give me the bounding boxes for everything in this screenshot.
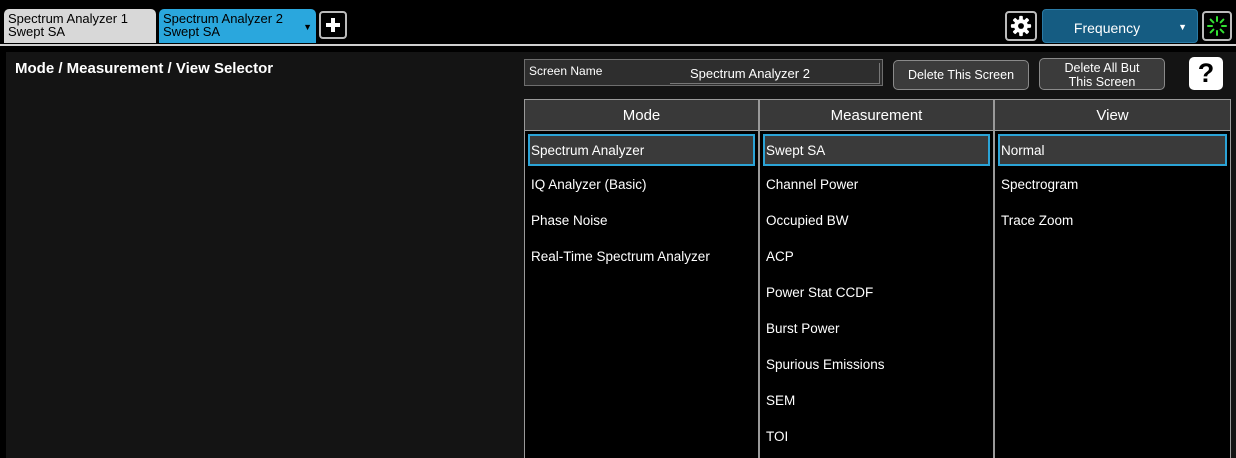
measurement-item-occupied-bw[interactable]: Occupied BW (763, 206, 990, 238)
panel-title: Mode / Measurement / View Selector (15, 60, 274, 77)
measurement-item-swept-sa[interactable]: Swept SA (763, 134, 990, 166)
button-label-line-1: Delete All But (1064, 61, 1140, 75)
add-screen-button[interactable] (319, 11, 347, 39)
measurement-item-sem[interactable]: SEM (763, 386, 990, 418)
measurement-item-power-stat-ccdf[interactable]: Power Stat CCDF (763, 278, 990, 310)
screen-name-field-group: Screen Name (524, 59, 883, 86)
view-column: View Normal Spectrogram Trace Zoom (994, 99, 1231, 458)
delete-all-but-this-screen-button[interactable]: Delete All But This Screen (1039, 58, 1165, 90)
screen-name-label: Screen Name (529, 64, 603, 78)
measurement-item-burst-power[interactable]: Burst Power (763, 314, 990, 346)
tab-subtitle: Swept SA (8, 24, 66, 39)
mode-item-phase-noise[interactable]: Phase Noise (528, 206, 755, 238)
measurement-column: Measurement Swept SA Channel Power Occup… (759, 99, 994, 458)
help-button[interactable]: ? (1189, 57, 1223, 90)
screen-tab-bar: Spectrum Analyzer 1 Swept SA Spectrum An… (0, 0, 1236, 46)
mode-column-header: Mode (525, 100, 758, 131)
view-item-normal[interactable]: Normal (998, 134, 1227, 166)
button-label-line-2: This Screen (1068, 75, 1136, 89)
frequency-label: Frequency (1073, 20, 1141, 36)
measurement-item-toi[interactable]: TOI (763, 422, 990, 454)
view-column-header: View (995, 100, 1230, 131)
dropdown-arrow-icon[interactable]: ▼ (303, 21, 312, 34)
mode-measurement-view-panel: Mode / Measurement / View Selector Scree… (6, 52, 1236, 458)
view-item-spectrogram[interactable]: Spectrogram (998, 170, 1227, 202)
busy-indicator (1202, 11, 1232, 41)
screen-tab-spectrum-analyzer-1[interactable]: Spectrum Analyzer 1 Swept SA (4, 9, 156, 43)
tab-subtitle: Swept SA (163, 24, 221, 39)
mode-item-iq-analyzer[interactable]: IQ Analyzer (Basic) (528, 170, 755, 202)
dropdown-arrow-icon: ▼ (1178, 22, 1187, 32)
mode-item-real-time-spectrum-analyzer[interactable]: Real-Time Spectrum Analyzer (528, 242, 755, 274)
screen-tab-spectrum-analyzer-2[interactable]: Spectrum Analyzer 2 Swept SA ▼ (159, 9, 316, 43)
view-item-trace-zoom[interactable]: Trace Zoom (998, 206, 1227, 238)
measurement-item-acp[interactable]: ACP (763, 242, 990, 274)
busy-spinner-icon (1207, 16, 1227, 36)
measurement-column-header: Measurement (760, 100, 993, 131)
screen-name-input[interactable] (670, 63, 880, 84)
mode-item-spectrum-analyzer[interactable]: Spectrum Analyzer (528, 134, 755, 166)
gear-icon (1010, 15, 1032, 37)
measurement-item-spurious-emissions[interactable]: Spurious Emissions (763, 350, 990, 382)
active-function-dropdown[interactable]: Frequency ▼ (1042, 9, 1198, 43)
settings-button[interactable] (1005, 11, 1037, 41)
help-icon: ? (1197, 58, 1215, 88)
measurement-item-channel-power[interactable]: Channel Power (763, 170, 990, 202)
mode-column: Mode Spectrum Analyzer IQ Analyzer (Basi… (524, 99, 759, 458)
delete-this-screen-button[interactable]: Delete This Screen (893, 60, 1029, 90)
